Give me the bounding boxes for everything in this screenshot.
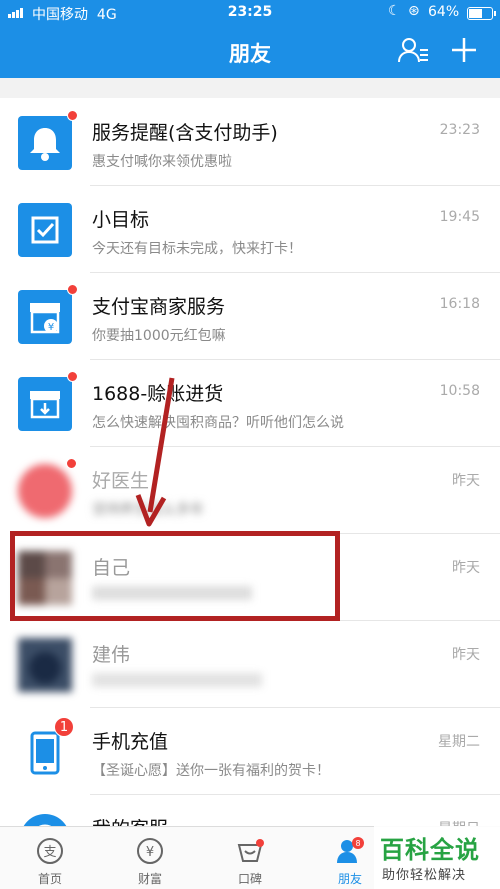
conversation-name: 建伟 bbox=[92, 644, 131, 666]
conversation-time: 10:58 bbox=[439, 383, 480, 399]
unread-badge: 1 bbox=[54, 717, 74, 737]
unread-dot bbox=[67, 371, 78, 382]
message-list: 服务提醒(含支付助手) 惠支付喊你来领优惠啦 23:23 小目标 今天还有目标未… bbox=[0, 98, 500, 881]
list-item-merchant-service[interactable]: ¥ 支付宝商家服务 你要抽1000元红包嘛 16:18 bbox=[0, 272, 500, 359]
plus-icon[interactable] bbox=[450, 36, 478, 64]
friends-badge: 8 bbox=[355, 839, 360, 848]
unread-dot bbox=[67, 110, 78, 121]
conversation-time: 星期二 bbox=[438, 734, 480, 750]
battery-icon bbox=[467, 7, 496, 20]
battery-percent: 64% bbox=[428, 4, 460, 20]
avatar bbox=[18, 464, 72, 518]
list-item-1688[interactable]: 1688-赊账进货 怎么快速解决囤积商品？听听他们怎么说 10:58 bbox=[0, 359, 500, 446]
list-item-phone-recharge[interactable]: 1 手机充值 【圣诞心愿】送你一张有福利的贺卡！ 星期二 bbox=[0, 707, 500, 794]
status-bar: 中国移动 4G 23:25 ☾ ⊛ 64% bbox=[0, 0, 500, 26]
avatar bbox=[18, 638, 72, 692]
conversation-name: 支付宝商家服务 bbox=[92, 296, 226, 318]
conversation-preview: 你要抽1000元红包嘛 bbox=[92, 328, 226, 344]
list-item-jianwei[interactable]: 建伟 昨天 bbox=[0, 620, 500, 707]
list-item-good-doctor[interactable]: 好医生 坚持养生这么多年 昨天 bbox=[0, 446, 500, 533]
conversation-name: 手机充值 bbox=[92, 731, 169, 753]
checkbox-icon bbox=[18, 203, 72, 257]
unread-dot bbox=[66, 458, 77, 469]
list-item-small-goal[interactable]: 小目标 今天还有目标未完成，快来打卡！ 19:45 bbox=[0, 185, 500, 272]
conversation-preview: 今天还有目标未完成，快来打卡！ bbox=[92, 241, 302, 257]
tab-wealth[interactable]: ¥ 财富 bbox=[100, 827, 200, 889]
conversation-preview: 坚持养生这么多年 bbox=[92, 502, 204, 518]
conversation-time: 23:23 bbox=[439, 122, 480, 138]
tab-label: 财富 bbox=[137, 872, 162, 886]
conversation-name: 服务提醒(含支付助手) bbox=[92, 122, 278, 144]
svg-text:支: 支 bbox=[43, 845, 56, 860]
conversation-preview bbox=[92, 673, 262, 687]
do-not-disturb-icon: ☾ bbox=[388, 3, 401, 19]
svg-text:¥: ¥ bbox=[48, 322, 54, 333]
shop-icon: ¥ bbox=[18, 284, 78, 344]
conversation-name: 小目标 bbox=[92, 209, 150, 231]
friends-icon: 8 bbox=[337, 837, 364, 863]
top-bar: 中国移动 4G 23:25 ☾ ⊛ 64% 朋友 bbox=[0, 0, 500, 78]
tab-label: 口碑 bbox=[237, 872, 262, 886]
wealth-icon: ¥ bbox=[137, 838, 163, 864]
svg-text:¥: ¥ bbox=[146, 845, 154, 860]
annotation-box bbox=[10, 531, 340, 621]
conversation-time: 昨天 bbox=[452, 473, 480, 489]
conversation-preview: 【圣诞心愿】送你一张有福利的贺卡！ bbox=[92, 763, 330, 779]
unread-dot bbox=[67, 284, 78, 295]
conversation-name: 1688-赊账进货 bbox=[92, 383, 224, 405]
clock: 23:25 bbox=[227, 4, 273, 20]
koubei-icon bbox=[237, 839, 264, 862]
conversation-name: 好医生 bbox=[92, 470, 150, 492]
box-icon bbox=[18, 371, 78, 431]
bell-icon bbox=[18, 110, 78, 170]
conversation-preview: 惠支付喊你来领优惠啦 bbox=[92, 154, 232, 170]
watermark-subtitle: 助你轻松解决 bbox=[382, 868, 467, 883]
alipay-home-icon: 支 bbox=[37, 838, 63, 864]
watermark-logo: 百科全说 bbox=[380, 836, 480, 864]
conversation-time: 昨天 bbox=[452, 647, 480, 663]
conversation-time: 昨天 bbox=[452, 560, 480, 576]
contacts-icon[interactable] bbox=[398, 36, 430, 64]
tab-koubei[interactable]: 口碑 bbox=[200, 827, 300, 889]
phone-icon: 1 bbox=[18, 717, 74, 779]
conversation-time: 19:45 bbox=[439, 209, 480, 225]
tab-home[interactable]: 支 首页 bbox=[0, 827, 100, 889]
tab-label: 首页 bbox=[37, 872, 62, 886]
rotation-lock-icon: ⊛ bbox=[408, 3, 420, 19]
list-item-service-reminder[interactable]: 服务提醒(含支付助手) 惠支付喊你来领优惠啦 23:23 bbox=[0, 98, 500, 185]
watermark: 百科全说 助你轻松解决 bbox=[374, 826, 500, 889]
conversation-time: 16:18 bbox=[439, 296, 480, 312]
conversation-preview: 怎么快速解决囤积商品？听听他们怎么说 bbox=[92, 415, 344, 431]
